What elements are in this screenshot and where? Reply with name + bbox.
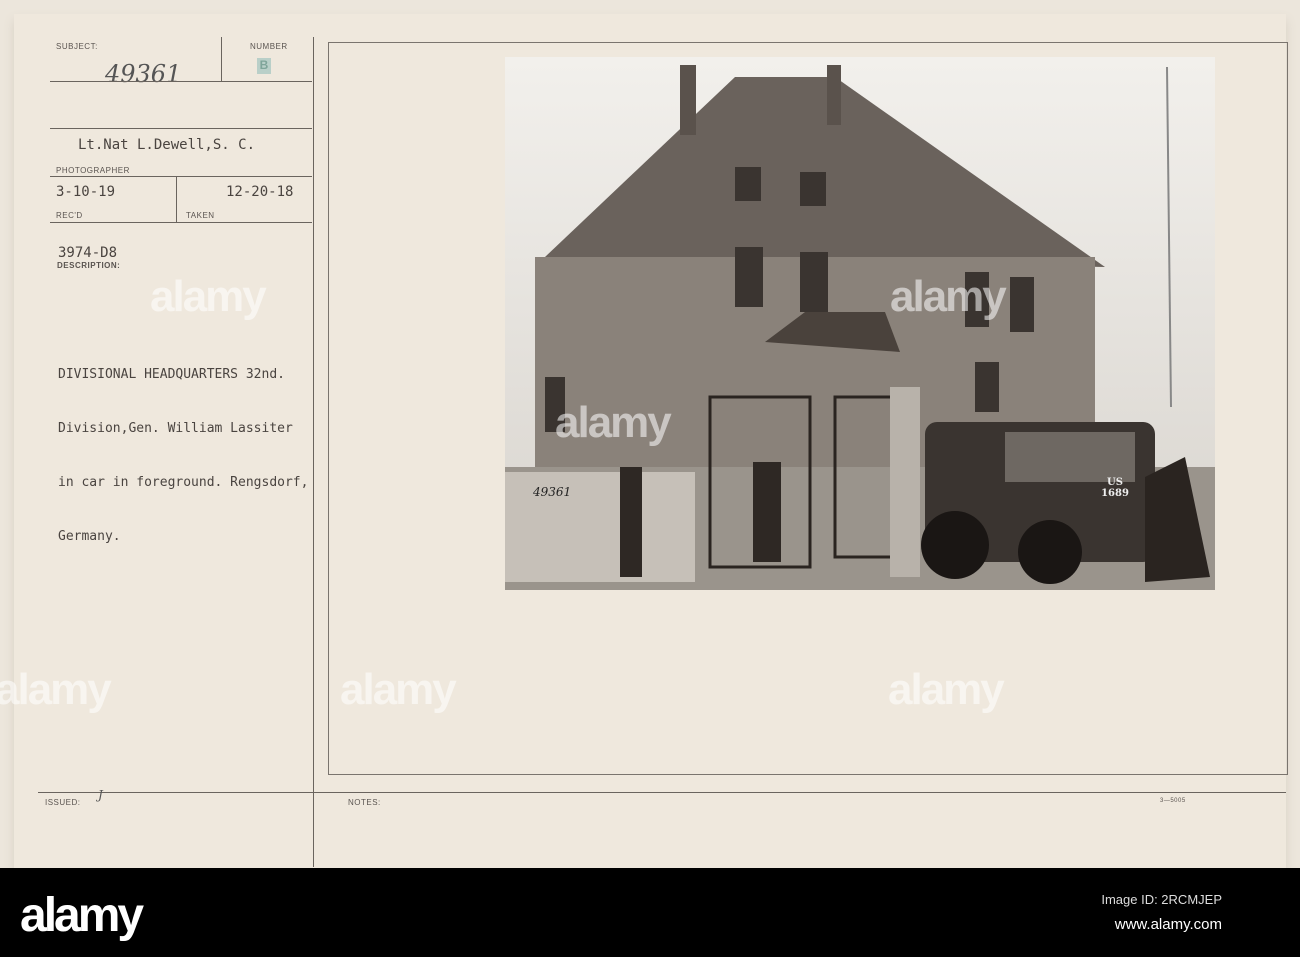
photographer-value: Lt.Nat L.Dewell,S. C. xyxy=(78,137,256,153)
recd-value: 3-10-19 xyxy=(56,184,116,200)
divider xyxy=(38,792,1286,793)
photo-handwritten-number: 49361 xyxy=(533,485,572,499)
divider xyxy=(50,128,312,129)
form-code: 3—5005 xyxy=(1160,798,1186,804)
ref-code: 3974-D8 xyxy=(58,245,118,261)
site-url[interactable]: www.alamy.com xyxy=(1115,916,1222,933)
divider xyxy=(50,222,312,223)
subject-label: SUBJECT: xyxy=(56,42,98,51)
issued-label: ISSUED: xyxy=(45,798,81,807)
column-divider xyxy=(313,37,314,867)
description-text: DIVISIONAL HEADQUARTERS 32nd. Division,G… xyxy=(58,330,308,564)
number-label: NUMBER xyxy=(250,42,288,51)
subject-value: 49361 xyxy=(105,60,182,88)
issued-value: J xyxy=(98,788,103,802)
divider xyxy=(50,81,312,82)
watermark: alamy xyxy=(555,398,672,447)
divider xyxy=(176,176,177,222)
car-plate: US 1689 xyxy=(1101,477,1129,499)
description-line: in car in foreground. Rengsdorf, xyxy=(58,475,309,490)
footer-bar: alamy Image ID: 2RCMJEP www.alamy.com xyxy=(0,868,1300,957)
description-line: Germany. xyxy=(58,529,121,544)
recd-label: REC'D xyxy=(56,211,83,220)
house-photo-illustration xyxy=(505,57,1215,590)
divider xyxy=(50,176,312,177)
divider xyxy=(221,37,222,81)
alamy-logo: alamy xyxy=(20,889,144,942)
watermark: alamy xyxy=(340,665,457,714)
description-line: Division,Gen. William Lassiter xyxy=(58,421,293,436)
notes-label: NOTES: xyxy=(348,798,381,807)
description-label: DESCRIPTION: xyxy=(57,261,121,270)
watermark: alamy xyxy=(150,272,267,321)
watermark: alamy xyxy=(890,272,1007,321)
watermark: alamy xyxy=(888,665,1005,714)
number-stamp: B xyxy=(257,58,271,74)
taken-label: TAKEN xyxy=(186,211,215,220)
image-id: Image ID: 2RCMJEP xyxy=(1101,892,1222,907)
taken-value: 12-20-18 xyxy=(226,184,294,200)
photographer-label: PHOTOGRAPHER xyxy=(56,166,130,175)
watermark: alamy xyxy=(0,665,112,714)
description-line: DIVISIONAL HEADQUARTERS 32nd. xyxy=(58,367,285,382)
photograph: 49361 US 1689 xyxy=(505,57,1215,590)
